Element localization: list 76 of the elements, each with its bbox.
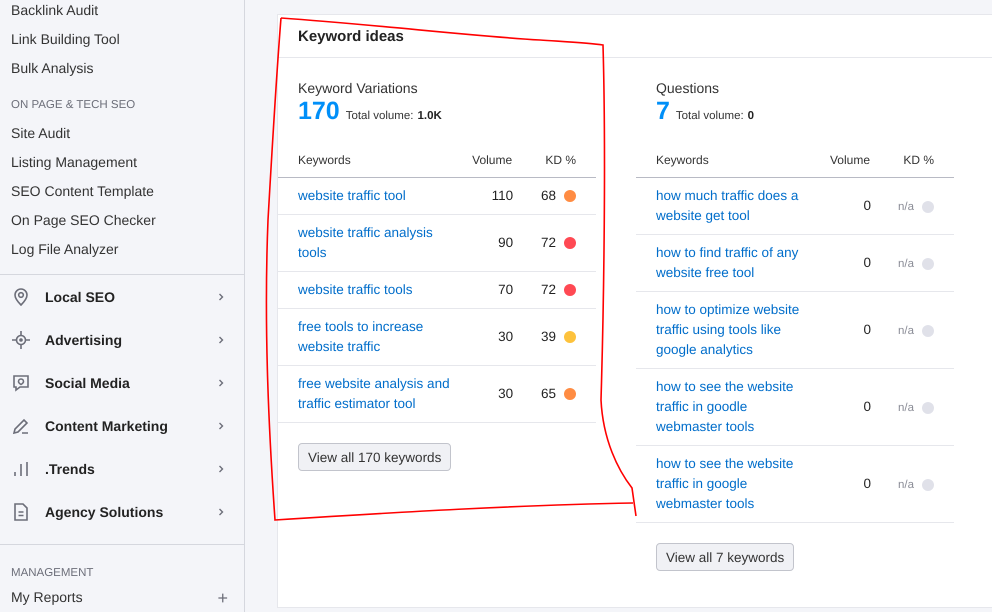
sidebar-link[interactable]: Listing Management xyxy=(0,148,244,177)
volume-cell: 30 xyxy=(453,366,514,422)
column-header: KD % xyxy=(513,143,596,178)
keyword-link[interactable]: website traffic tools xyxy=(298,280,453,300)
keyword-link[interactable]: how to find traffic of any website free tool xyxy=(656,243,811,283)
document-icon xyxy=(11,502,31,522)
view-all-button[interactable]: View all 7 keywords xyxy=(656,543,794,571)
chevron-right-icon xyxy=(216,507,226,518)
volume-cell: 30 xyxy=(453,308,514,366)
volume-cell: 0 xyxy=(811,234,871,292)
chevron-right-icon xyxy=(216,421,226,432)
volume-cell: 0 xyxy=(811,178,871,234)
keyword-link[interactable]: website traffic tool xyxy=(298,186,453,206)
chevron-right-icon xyxy=(216,464,226,474)
sidebar-link[interactable]: Site Audit xyxy=(0,119,244,148)
sidebar-menu-item[interactable]: Local SEO xyxy=(0,274,244,318)
keyword-link[interactable]: how to optimize website traffic using tools like google analytics xyxy=(656,300,811,360)
keyword-link[interactable]: how much traffic does a website get tool xyxy=(656,186,811,226)
panel-heading: Keyword Variations xyxy=(297,79,419,97)
sidebar-link[interactable]: On Page SEO Checker xyxy=(0,206,244,235)
sidebar-link[interactable]: My Reports xyxy=(0,583,83,612)
column-header: Keywords xyxy=(278,143,453,178)
sidebar-menu-item[interactable]: Agency Solutions xyxy=(0,490,244,534)
kd-value: n/a xyxy=(898,200,914,214)
sidebar-menu-item[interactable]: Social Media xyxy=(0,361,244,404)
total-volume-value: 0 xyxy=(748,110,754,122)
volume-cell: 0 xyxy=(811,292,871,368)
pin-icon xyxy=(11,286,31,307)
keyword-link[interactable]: website traffic analysis tools xyxy=(298,223,453,263)
total-volume-label: Total volume: xyxy=(346,110,414,122)
view-all-button[interactable]: View all 170 keywords xyxy=(298,443,452,471)
keyword-count: 170 xyxy=(298,97,340,126)
total-volume-label: Total volume: xyxy=(676,110,744,122)
column-header: Volume xyxy=(811,143,871,178)
column-header: Volume xyxy=(453,143,514,178)
column-header: Keywords xyxy=(636,143,811,178)
sidebar-menu-item[interactable]: Content Marketing xyxy=(0,404,244,448)
kd-value: n/a xyxy=(898,324,914,338)
add-button[interactable]: + xyxy=(217,588,228,608)
kd-value: 65 xyxy=(540,385,556,403)
volume-cell: 90 xyxy=(453,214,514,272)
kd-value: 68 xyxy=(540,187,556,205)
volume-cell: 70 xyxy=(453,272,514,308)
panel-heading: Questions xyxy=(655,79,720,97)
crosshair-icon xyxy=(11,330,31,350)
keyword-link[interactable]: free website analysis and traffic estimator tool xyxy=(298,374,453,414)
kd-value: 39 xyxy=(540,328,556,346)
kd-value: n/a xyxy=(898,478,914,492)
sidebar-link[interactable]: Backlink Audit xyxy=(0,0,244,25)
kd-value: n/a xyxy=(898,400,914,416)
sidebar-menu-item[interactable]: Advertising xyxy=(0,318,244,362)
section-heading: MANAGEMENT xyxy=(10,566,94,581)
chevron-right-icon xyxy=(216,334,226,345)
pencil-icon xyxy=(11,416,31,436)
volume-cell: 0 xyxy=(811,446,871,522)
sidebar-link[interactable]: SEO Content Template xyxy=(0,177,244,206)
chevron-right-icon xyxy=(216,292,226,302)
sidebar-link[interactable]: Link Building Tool xyxy=(0,25,244,54)
kd-value: 72 xyxy=(540,234,556,252)
chevron-right-icon xyxy=(216,378,226,388)
chat-icon xyxy=(11,372,31,393)
kd-value: n/a xyxy=(898,256,914,272)
column-header: KD % xyxy=(871,143,954,178)
total-volume-value: 1.0K xyxy=(417,110,442,122)
sidebar-menu-item[interactable]: .Trends xyxy=(0,448,244,491)
keyword-link[interactable]: how to see the website traffic in goodle webmaster tools xyxy=(656,377,811,437)
keyword-count: 7 xyxy=(656,97,670,126)
keyword-link[interactable]: how to see the website traffic in google webmaster tools xyxy=(656,454,811,514)
volume-cell: 0 xyxy=(811,368,871,446)
card-title: Keyword ideas xyxy=(278,15,992,58)
kd-value: 72 xyxy=(540,281,556,299)
keyword-link[interactable]: free tools to increase website traffic xyxy=(298,317,453,357)
sidebar-link[interactable]: Bulk Analysis xyxy=(0,54,244,83)
sidebar-link[interactable]: Log File Analyzer xyxy=(0,235,244,264)
volume-cell: 110 xyxy=(453,178,514,214)
section-heading: ON PAGE & TECH SEO xyxy=(10,98,136,113)
